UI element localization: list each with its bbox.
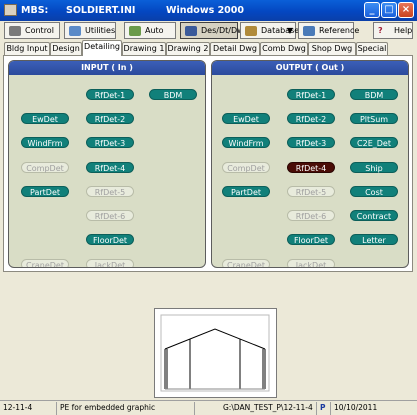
input-ewdet-button[interactable]: EwDet <box>21 113 69 124</box>
database-label: Database <box>261 26 300 35</box>
maximize-icon[interactable]: □ <box>381 2 397 18</box>
database-icon <box>245 26 257 36</box>
tab-drawing-1[interactable]: Drawing 1 <box>122 42 166 55</box>
input-floordet-button[interactable]: FloorDet <box>86 234 134 245</box>
output-windfrm-button[interactable]: WindFrm <box>222 137 270 148</box>
toolbar: Control Utilities Auto Des/Dt/Dwg Databa… <box>0 21 417 41</box>
help-icon: ? <box>378 26 383 35</box>
output-rfdet-6-button[interactable]: RfDet-6 <box>287 210 335 221</box>
input-panel-title: INPUT ( In ) <box>9 61 205 75</box>
output-rfdet-4-button[interactable]: RfDet-4 <box>287 162 335 173</box>
input-rfdet-1-button[interactable]: RfDet-1 <box>86 89 134 100</box>
control-button[interactable]: Control <box>4 22 60 39</box>
dropdown-arrow-icon[interactable]: ▼ <box>287 23 293 38</box>
input-windfrm-button[interactable]: WindFrm <box>21 137 69 148</box>
output-letter-button[interactable]: Letter <box>350 234 398 245</box>
output-floordet-button[interactable]: FloorDet <box>287 234 335 245</box>
tab-design[interactable]: Design <box>50 42 82 55</box>
output-ewdet-button[interactable]: EwDet <box>222 113 270 124</box>
output-panel-title: OUTPUT ( Out ) <box>212 61 408 75</box>
output-ship-button[interactable]: Ship <box>350 162 398 173</box>
output-rfdet-3-button[interactable]: RfDet-3 <box>287 137 335 148</box>
utilities-icon <box>69 26 81 36</box>
input-rfdet-4-button[interactable]: RfDet-4 <box>86 162 134 173</box>
reference-button[interactable]: Reference <box>298 22 359 39</box>
tab-special[interactable]: Special <box>356 42 388 55</box>
tab-strip: Bldg Input Design Detailing Drawing 1 Dr… <box>0 40 417 56</box>
drawing-icon <box>185 26 197 36</box>
tab-detail-dwg[interactable]: Detail Dwg <box>210 42 260 55</box>
input-rfdet-5-button[interactable]: RfDet-5 <box>86 186 134 197</box>
input-rfdet-3-button[interactable]: RfDet-3 <box>86 137 134 148</box>
minimize-icon[interactable]: _ <box>364 2 380 18</box>
status-bar: 12-11-4 PE for embedded graphic G:\DAN_T… <box>0 400 417 415</box>
reference-label: Reference <box>319 26 360 35</box>
app-icon[interactable] <box>4 4 17 16</box>
title-file: SOLDIERT.INI <box>66 5 136 16</box>
input-panel: INPUT ( In ) RfDet-1 BDM EwDet RfDet-2 W… <box>8 60 206 268</box>
utilities-button[interactable]: Utilities <box>64 22 116 39</box>
auto-button[interactable]: Auto <box>124 22 176 39</box>
help-label: Help <box>394 26 413 35</box>
status-message: PE for embedded graphic <box>57 402 195 415</box>
title-os: Windows 2000 <box>166 5 245 16</box>
output-panel: OUTPUT ( Out ) RfDet-1 BDM EwDet RfDet-2… <box>211 60 409 268</box>
output-cost-button[interactable]: Cost <box>350 186 398 197</box>
input-partdet-button[interactable]: PartDet <box>21 186 69 197</box>
utilities-label: Utilities <box>85 26 116 35</box>
output-cranedet-button[interactable]: CraneDet <box>222 259 270 267</box>
control-icon <box>9 26 21 36</box>
output-compdet-button[interactable]: CompDet <box>222 162 270 173</box>
title-app: MBS: <box>21 5 49 16</box>
input-cranedet-button[interactable]: CraneDet <box>21 259 69 267</box>
output-rfdet-1-button[interactable]: RfDet-1 <box>287 89 335 100</box>
tab-shop-dwg[interactable]: Shop Dwg <box>308 42 356 55</box>
status-date: 10/10/2011 <box>334 403 378 412</box>
close-icon[interactable]: × <box>398 2 414 18</box>
reference-icon <box>303 26 315 36</box>
help-button[interactable]: ? Help <box>373 22 413 39</box>
tab-detailing[interactable]: Detailing <box>82 40 122 56</box>
frame-drawing <box>160 314 270 392</box>
input-rfdet-6-button[interactable]: RfDet-6 <box>86 210 134 221</box>
input-bdm-button[interactable]: BDM <box>149 89 197 100</box>
building-preview <box>154 308 277 398</box>
control-label: Control <box>25 26 54 35</box>
status-job: 12-11-4 <box>0 402 57 415</box>
database-button[interactable]: Database ▼ <box>240 22 300 39</box>
tab-comb-dwg[interactable]: Comb Dwg <box>260 42 308 55</box>
p-icon: P <box>317 402 331 415</box>
tab-drawing-2[interactable]: Drawing 2 <box>166 42 210 55</box>
desdtdwg-button[interactable]: Des/Dt/Dwg <box>180 22 249 39</box>
status-path: G:\DAN_TEST_P\12-11-4 <box>195 402 317 415</box>
title-bar: MBS: SOLDIERT.INI Windows 2000 _ □ × <box>0 0 417 21</box>
input-compdet-button[interactable]: CompDet <box>21 162 69 173</box>
detailing-panel-area: INPUT ( In ) RfDet-1 BDM EwDet RfDet-2 W… <box>3 55 413 272</box>
output-bdm-button[interactable]: BDM <box>350 89 398 100</box>
output-rfdet-2-button[interactable]: RfDet-2 <box>287 113 335 124</box>
output-rfdet-5-button[interactable]: RfDet-5 <box>287 186 335 197</box>
auto-icon <box>129 26 141 36</box>
output-pltsum-button[interactable]: PltSum <box>350 113 398 124</box>
output-jackdet-button[interactable]: JackDet <box>287 259 335 267</box>
output-contract-button[interactable]: Contract <box>350 210 398 221</box>
auto-label: Auto <box>145 26 164 35</box>
output-c2e-det-button[interactable]: C2E_Det <box>350 137 398 148</box>
input-rfdet-2-button[interactable]: RfDet-2 <box>86 113 134 124</box>
input-jackdet-button[interactable]: JackDet <box>86 259 134 267</box>
output-partdet-button[interactable]: PartDet <box>222 186 270 197</box>
tab-bldg-input[interactable]: Bldg Input <box>4 42 50 55</box>
